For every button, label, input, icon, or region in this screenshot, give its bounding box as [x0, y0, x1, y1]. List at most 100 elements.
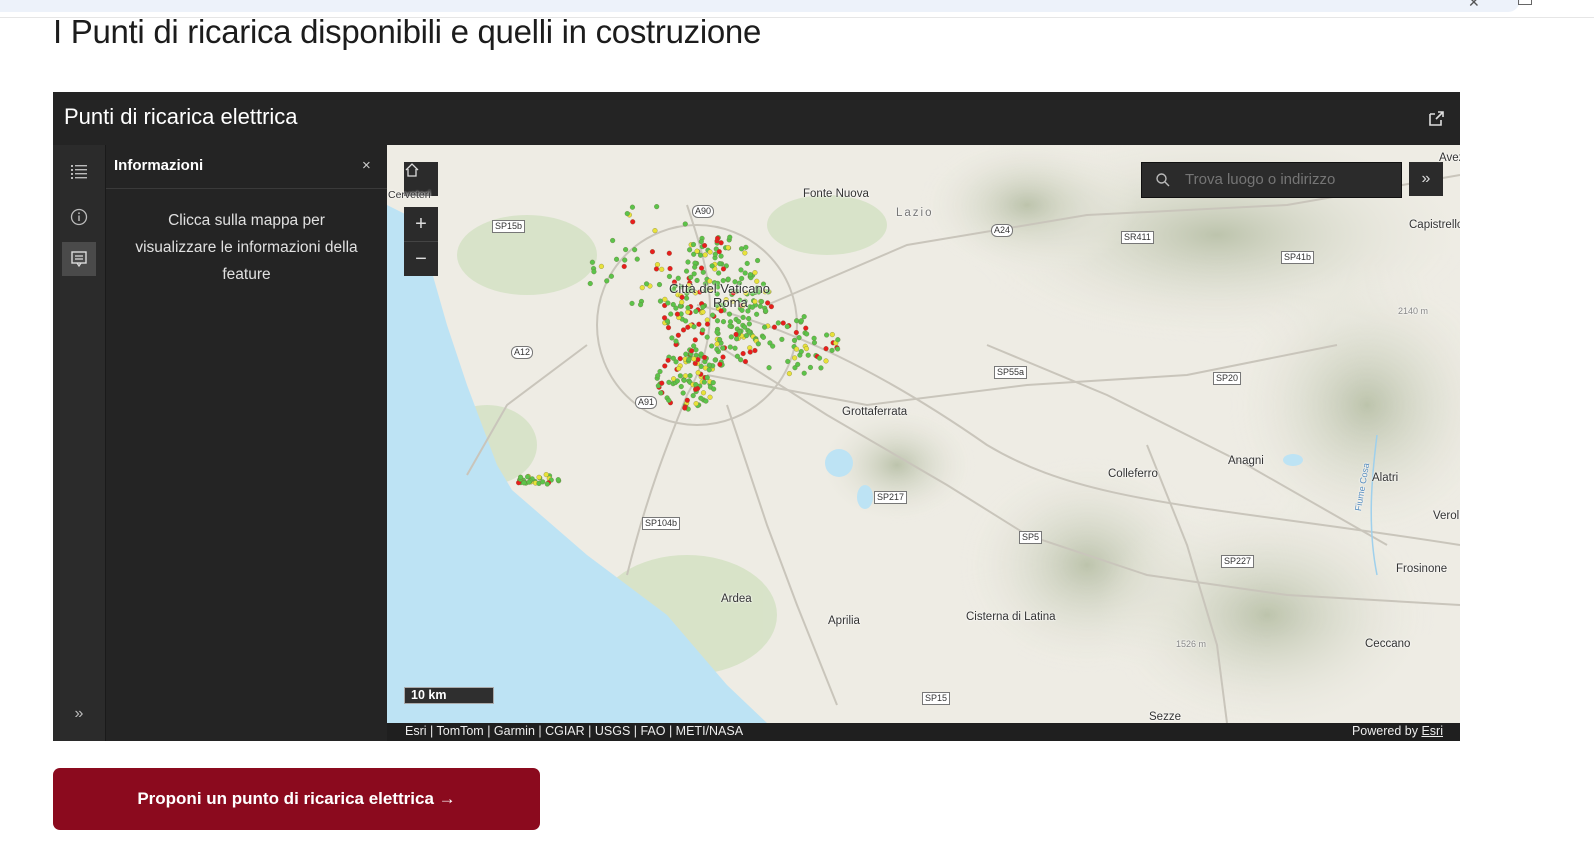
charging-point-marker[interactable]	[629, 300, 635, 306]
charging-point-marker[interactable]	[690, 241, 697, 248]
charging-point-marker[interactable]	[747, 345, 753, 351]
charging-point-marker[interactable]	[728, 334, 734, 340]
charging-point-marker[interactable]	[690, 393, 696, 399]
charging-point-marker[interactable]	[726, 311, 733, 317]
charging-point-marker[interactable]	[715, 235, 721, 241]
charging-point-marker[interactable]	[734, 336, 740, 342]
charging-point-marker[interactable]	[698, 395, 704, 401]
charging-point-marker[interactable]	[811, 335, 817, 341]
charging-point-marker[interactable]	[587, 281, 593, 287]
charging-point-marker[interactable]	[666, 250, 672, 256]
close-icon[interactable]: ✕	[1468, 0, 1480, 11]
charging-point-marker[interactable]	[710, 380, 716, 386]
charging-point-marker[interactable]	[747, 272, 753, 278]
charging-point-marker[interactable]	[680, 390, 686, 396]
charging-point-marker[interactable]	[656, 282, 663, 288]
charging-point-marker[interactable]	[712, 357, 718, 363]
charging-point-marker[interactable]	[779, 336, 785, 342]
charging-point-marker[interactable]	[692, 337, 698, 343]
charging-point-marker[interactable]	[680, 327, 687, 333]
charging-point-marker[interactable]	[706, 362, 712, 368]
charging-point-marker[interactable]	[682, 373, 689, 379]
charging-point-marker[interactable]	[686, 356, 692, 362]
share-icon[interactable]	[1427, 110, 1445, 128]
charging-point-marker[interactable]	[714, 346, 720, 352]
charging-point-marker[interactable]	[662, 296, 668, 302]
charging-point-marker[interactable]	[727, 323, 733, 329]
charging-point-marker[interactable]	[666, 273, 672, 280]
charging-point-marker[interactable]	[720, 266, 727, 272]
charging-point-marker[interactable]	[757, 303, 763, 309]
charging-point-marker[interactable]	[785, 358, 791, 365]
charging-point-marker[interactable]	[691, 356, 697, 362]
charging-point-marker[interactable]	[804, 331, 810, 337]
charging-point-marker[interactable]	[718, 253, 724, 259]
charging-point-marker[interactable]	[604, 278, 610, 284]
charging-point-marker[interactable]	[684, 397, 690, 403]
charging-point-marker[interactable]	[659, 380, 665, 386]
charging-point-marker[interactable]	[643, 281, 650, 287]
charging-point-marker[interactable]	[766, 365, 772, 371]
charging-point-marker[interactable]	[693, 386, 699, 392]
charging-point-marker[interactable]	[740, 314, 746, 320]
charging-point-marker[interactable]	[540, 479, 546, 485]
search-expand-button[interactable]: »	[1409, 162, 1443, 196]
charging-point-marker[interactable]	[714, 329, 720, 335]
expand-icon[interactable]: »	[62, 697, 96, 731]
charging-point-marker[interactable]	[683, 351, 689, 357]
search-input[interactable]	[1183, 170, 1397, 189]
charging-point-marker[interactable]	[700, 327, 706, 333]
charging-point-marker[interactable]	[673, 359, 679, 365]
charging-point-marker[interactable]	[780, 320, 786, 326]
charging-point-marker[interactable]	[682, 221, 688, 227]
charging-point-marker[interactable]	[709, 263, 715, 269]
charging-point-marker[interactable]	[543, 472, 549, 478]
charging-point-marker[interactable]	[662, 363, 668, 369]
zoom-out-button[interactable]: −	[404, 242, 438, 276]
charging-point-marker[interactable]	[829, 332, 835, 338]
charging-point-marker[interactable]	[698, 252, 704, 258]
charging-point-marker[interactable]	[608, 273, 614, 279]
charging-point-marker[interactable]	[792, 355, 798, 361]
charging-point-marker[interactable]	[716, 249, 722, 255]
window-icon[interactable]	[1518, 0, 1532, 5]
charging-point-marker[interactable]	[698, 239, 704, 245]
charging-point-marker[interactable]	[698, 351, 704, 357]
charging-point-marker[interactable]	[752, 347, 758, 354]
charging-point-marker[interactable]	[685, 324, 691, 330]
charging-point-marker[interactable]	[696, 321, 702, 327]
charging-point-marker[interactable]	[683, 318, 689, 324]
esri-link[interactable]: Esri	[1421, 724, 1443, 738]
charging-point-marker[interactable]	[654, 204, 660, 210]
charging-point-marker[interactable]	[700, 390, 707, 396]
charging-point-marker[interactable]	[649, 249, 655, 255]
charging-point-marker[interactable]	[665, 357, 671, 363]
charging-point-marker[interactable]	[675, 332, 681, 338]
charging-point-marker[interactable]	[684, 295, 690, 301]
charging-point-marker[interactable]	[770, 343, 776, 349]
charging-point-marker[interactable]	[727, 319, 734, 325]
charging-point-marker[interactable]	[717, 337, 723, 343]
charging-point-marker[interactable]	[829, 347, 835, 353]
charging-point-marker[interactable]	[610, 237, 616, 244]
charging-point-marker[interactable]	[803, 325, 809, 331]
charging-point-marker[interactable]	[700, 309, 706, 315]
charging-point-marker[interactable]	[759, 299, 765, 305]
charging-point-marker[interactable]	[793, 346, 800, 352]
charging-point-marker[interactable]	[801, 370, 807, 376]
charging-point-marker[interactable]	[634, 256, 640, 262]
charging-point-marker[interactable]	[622, 257, 628, 263]
charging-point-marker[interactable]	[725, 245, 731, 251]
charging-point-marker[interactable]	[744, 260, 750, 266]
charging-point-marker[interactable]	[693, 308, 699, 314]
charging-point-marker[interactable]	[632, 247, 638, 253]
close-icon[interactable]: ×	[362, 157, 371, 174]
charging-point-marker[interactable]	[742, 250, 748, 256]
charging-point-marker[interactable]	[805, 352, 811, 358]
charging-point-marker[interactable]	[803, 346, 809, 352]
charging-point-marker[interactable]	[784, 324, 790, 330]
charging-point-marker[interactable]	[794, 318, 800, 324]
charging-point-marker[interactable]	[679, 299, 685, 305]
charging-point-marker[interactable]	[704, 334, 710, 340]
charging-point-marker[interactable]	[685, 305, 691, 311]
